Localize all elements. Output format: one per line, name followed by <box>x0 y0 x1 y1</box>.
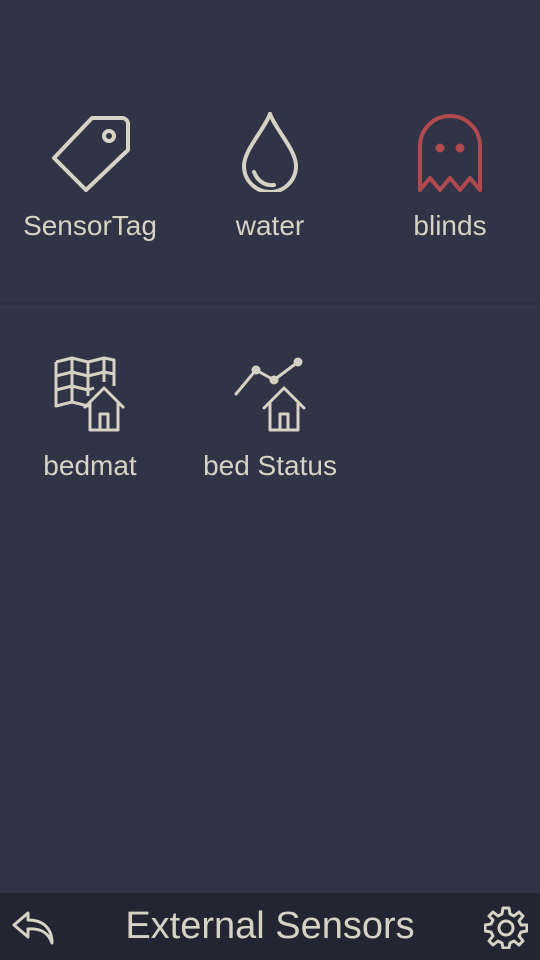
tile-blinds[interactable]: blinds <box>360 112 540 292</box>
tile-bed-status[interactable]: bed Status <box>180 352 360 532</box>
tag-icon <box>50 112 130 192</box>
chart-house-icon <box>230 352 310 432</box>
reply-arrow-icon[interactable] <box>10 905 56 949</box>
ghost-icon <box>410 112 490 192</box>
section-divider <box>0 302 540 306</box>
tile-sensortag[interactable]: SensorTag <box>0 112 180 292</box>
map-house-icon <box>50 352 130 432</box>
gear-icon[interactable] <box>484 905 528 949</box>
water-drop-icon <box>230 112 310 192</box>
page-title: External Sensors <box>125 905 415 947</box>
tile-label-bedmat: bedmat <box>43 450 137 481</box>
tile-label-blinds: blinds <box>413 210 487 241</box>
tile-label-sensortag: SensorTag <box>23 210 157 241</box>
bottom-bar: External Sensors <box>0 893 540 960</box>
tile-bedmat[interactable]: bedmat <box>0 352 180 532</box>
tile-label-water: water <box>235 210 305 241</box>
tile-water[interactable]: water <box>180 112 360 292</box>
tile-label-bed-status: bed Status <box>203 450 337 481</box>
